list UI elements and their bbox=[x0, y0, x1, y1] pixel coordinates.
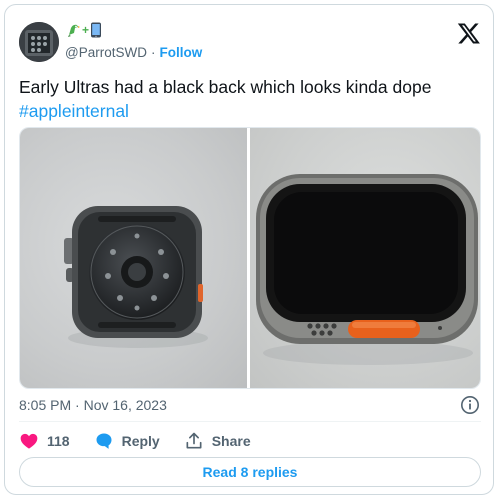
reply-label: Reply bbox=[121, 433, 160, 449]
phone-emoji-icon bbox=[91, 22, 102, 38]
parrot-emoji-icon bbox=[68, 24, 80, 37]
tweet-text: Early Ultras had a black back which look… bbox=[19, 75, 481, 123]
action-bar: 118 Reply Share bbox=[19, 429, 251, 453]
avatar[interactable] bbox=[19, 22, 59, 62]
tweet-timestamp[interactable]: 8:05 PM · Nov 16, 2023 bbox=[19, 397, 167, 413]
tweet-body: Early Ultras had a black back which look… bbox=[19, 77, 432, 97]
photo-watch-front[interactable] bbox=[250, 128, 480, 388]
share-label: Share bbox=[211, 433, 251, 449]
separator-dot: · bbox=[150, 45, 156, 60]
tweet-card: + @ParrotSWD · Follow Early Ultras had a… bbox=[4, 4, 494, 495]
reply-button[interactable]: Reply bbox=[94, 431, 160, 451]
x-logo-icon[interactable] bbox=[457, 21, 481, 45]
handle-row: @ParrotSWD · Follow bbox=[65, 45, 202, 60]
like-count: 118 bbox=[47, 433, 70, 449]
hashtag-link[interactable]: #appleinternal bbox=[19, 101, 129, 121]
like-button[interactable]: 118 bbox=[19, 431, 70, 451]
follow-button[interactable]: Follow bbox=[159, 45, 202, 60]
share-button[interactable]: Share bbox=[184, 431, 251, 451]
display-name[interactable]: + bbox=[65, 21, 102, 39]
media-grid bbox=[19, 127, 481, 389]
heart-icon bbox=[20, 433, 38, 449]
user-handle[interactable]: @ParrotSWD bbox=[65, 45, 147, 60]
read-replies-button[interactable]: Read 8 replies bbox=[19, 457, 481, 487]
plus-sign: + bbox=[82, 23, 90, 37]
share-icon bbox=[186, 432, 202, 449]
reply-bubble-icon bbox=[96, 433, 112, 449]
photo-watch-back[interactable] bbox=[20, 128, 248, 388]
info-icon[interactable] bbox=[460, 395, 480, 415]
divider bbox=[19, 421, 481, 422]
